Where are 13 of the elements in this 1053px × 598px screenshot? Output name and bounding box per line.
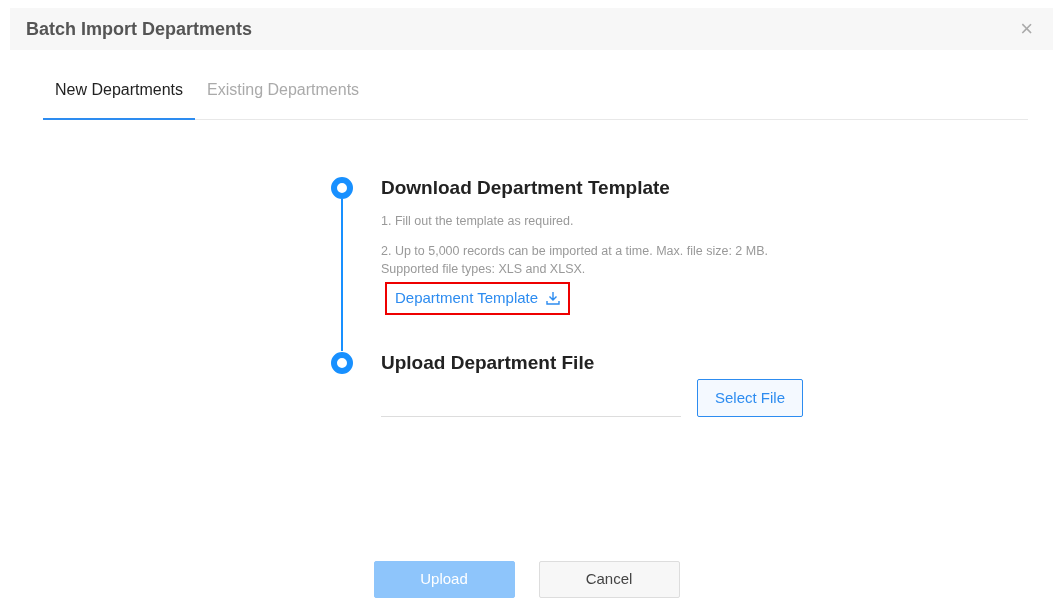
step-title: Download Department Template bbox=[381, 176, 671, 200]
step-marker bbox=[331, 351, 353, 374]
select-file-button[interactable]: Select File bbox=[697, 378, 804, 417]
tab[interactable]: New Departments bbox=[43, 72, 196, 120]
tab[interactable]: Existing Departments bbox=[195, 72, 372, 120]
close-button[interactable]: × bbox=[1016, 18, 1037, 40]
instruction-text: 2. Up to 5,000 records can be imported at a time. Max. file size: 2 MB. Supported file types: XLS and XLSX. bbox=[381, 243, 768, 278]
template-link[interactable]: Department Template bbox=[385, 282, 571, 315]
download-icon bbox=[546, 291, 561, 306]
step-title: Upload Department File bbox=[381, 350, 596, 375]
cancel-button[interactable]: Cancel bbox=[538, 561, 680, 598]
instruction-text: 1. Fill out the template as required. bbox=[381, 213, 575, 230]
dialog-title: Batch Import Departments bbox=[26, 17, 253, 41]
